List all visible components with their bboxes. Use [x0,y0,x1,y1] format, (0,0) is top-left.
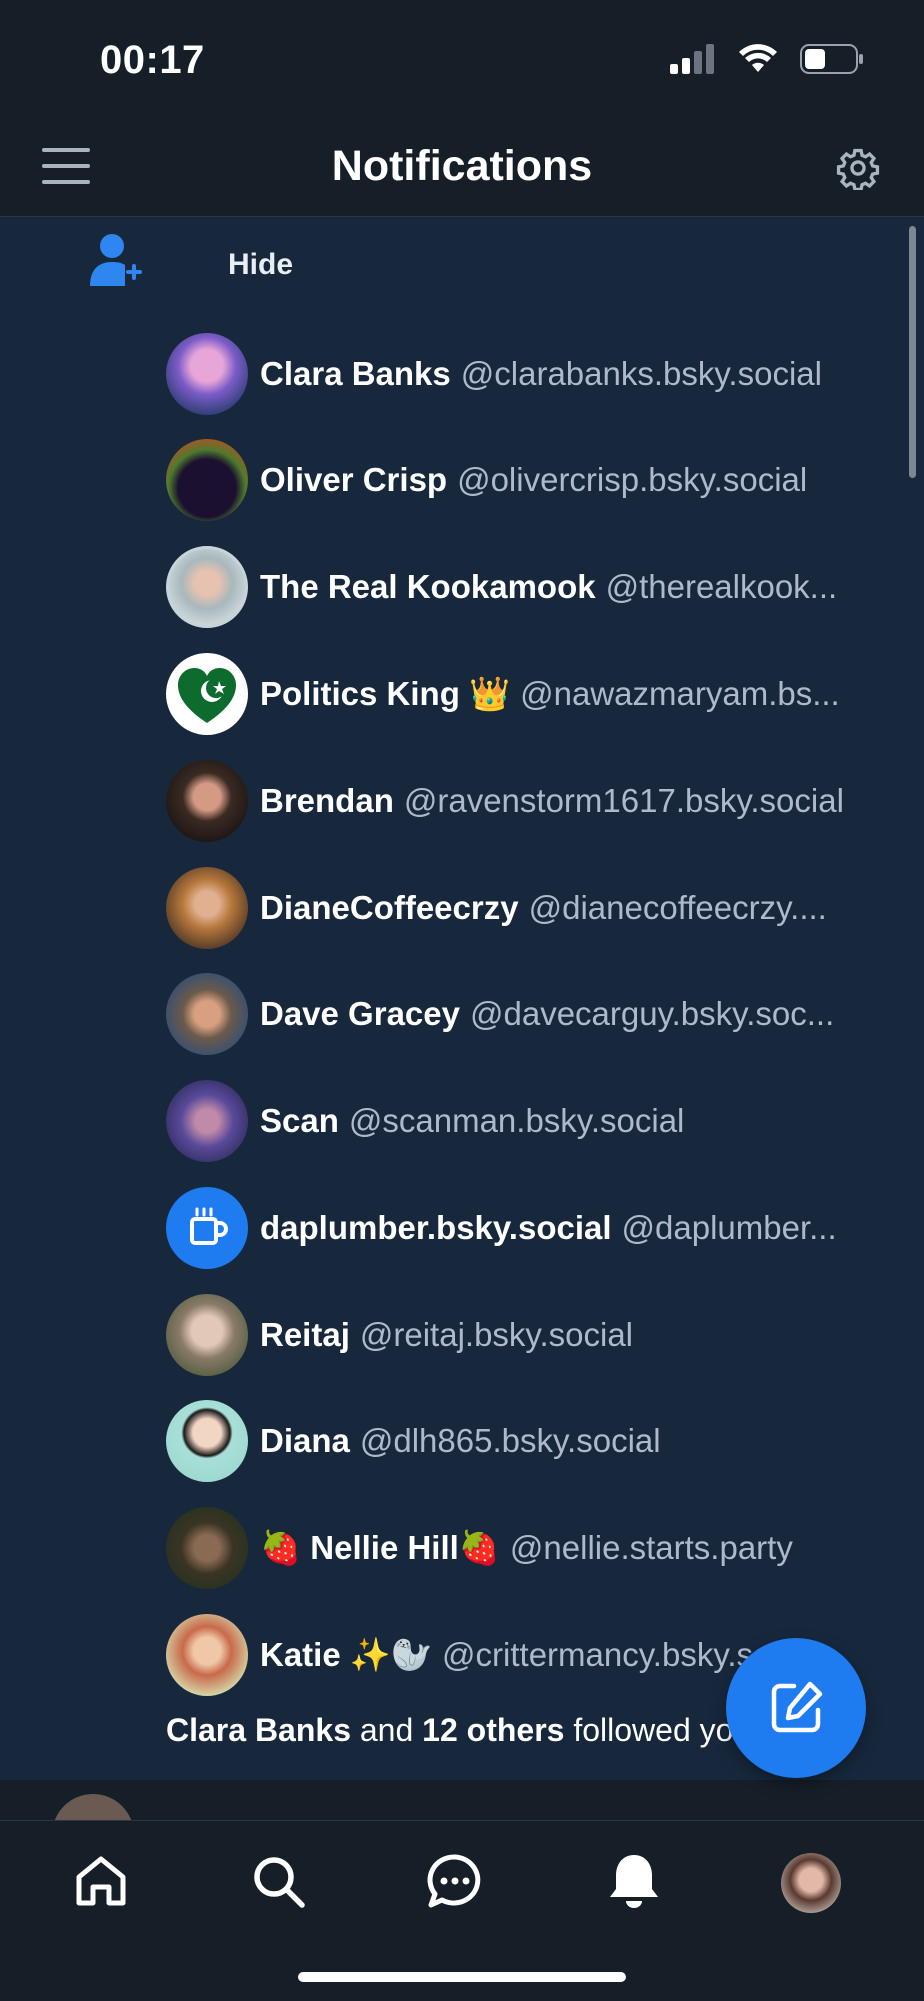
gear-icon[interactable] [836,146,880,190]
user-handle: @dlh865.bsky.social [359,1422,661,1459]
summary-rest: followed you [573,1712,752,1748]
search-icon[interactable] [248,1851,308,1911]
user-handle: @ravenstorm1617.bsky.social [403,782,844,819]
avatar[interactable] [166,439,248,521]
compose-icon [771,1681,823,1733]
header: Notifications [0,120,924,217]
user-row[interactable]: Reitaj @reitaj.bsky.social [166,1293,896,1377]
coffee-cup-icon [190,1207,228,1245]
person-add-icon [90,234,142,286]
user-row[interactable]: DianeCoffeecrzy @dianecoffeecrzy.... [166,866,896,950]
user-row[interactable]: Brendan @ravenstorm1617.bsky.social [166,759,896,843]
user-handle: @reitaj.bsky.social [359,1316,634,1353]
hide-label: Hide [228,248,294,281]
user-handle: @davecarguy.bsky.soc... [469,995,835,1032]
user-row[interactable]: daplumber.bsky.social @daplumber... [166,1186,896,1270]
user-name: 🍓 Nellie Hill🍓 [260,1528,500,1566]
user-handle: @daplumber... [621,1209,837,1246]
user-row[interactable]: Scan @scanman.bsky.social [166,1079,896,1163]
avatar[interactable] [166,546,248,628]
summary-others[interactable]: 12 others [422,1712,564,1748]
status-icons [670,44,864,74]
wifi-icon [739,44,777,72]
battery-icon [800,44,863,74]
user-handle: @clarabanks.bsky.social [460,355,822,392]
profile-avatar[interactable] [781,1853,841,1913]
summary-and: and [359,1712,414,1748]
page-title: Notifications [331,142,593,190]
avatar[interactable] [166,867,248,949]
flag-heart-icon [178,668,236,723]
user-name: Katie ✨🦭 [260,1635,433,1673]
home-icon[interactable] [71,1851,131,1911]
chevron-up-icon [180,253,216,277]
follow-summary: Clara Banks and 12 others followed you [166,1712,751,1749]
avatar[interactable] [166,653,248,735]
user-name: Oliver Crisp [260,461,448,498]
home-indicator [298,1972,626,1982]
user-row[interactable]: The Real Kookamook @therealkook... [166,545,896,629]
user-name: Reitaj [260,1316,350,1353]
avatar[interactable] [166,1294,248,1376]
avatar[interactable] [166,1507,248,1589]
user-handle: @dianecoffeecrzy.... [528,889,827,926]
user-row[interactable]: Diana @dlh865.bsky.social [166,1399,896,1483]
user-name: The Real Kookamook [260,568,596,605]
avatar[interactable] [166,1614,248,1696]
user-handle: @therealkook... [605,568,838,605]
user-name: Scan [260,1102,339,1139]
user-row[interactable]: Oliver Crisp @olivercrisp.bsky.social [166,438,896,522]
notifications-icon[interactable] [604,1851,664,1911]
user-name: Dave Gracey [260,995,460,1032]
user-row[interactable]: 🍓 Nellie Hill🍓 @nellie.starts.party [166,1506,896,1590]
user-row[interactable]: Clara Banks @clarabanks.bsky.social [166,332,896,416]
user-name: Brendan [260,782,394,819]
signal-icon [670,44,714,74]
user-name: DianeCoffeecrzy [260,889,519,926]
compose-button[interactable] [726,1638,866,1778]
status-bar: 00:17 [0,0,924,120]
user-handle: @nellie.starts.party [509,1528,793,1566]
avatar [52,1794,134,1820]
hide-toggle[interactable]: Hide [180,248,293,282]
user-row[interactable]: Politics King 👑 @nawazmaryam.bs... [166,652,896,736]
chat-icon[interactable] [425,1851,485,1911]
user-name: daplumber.bsky.social [260,1209,612,1246]
scrollbar[interactable] [909,226,916,478]
avatar[interactable] [166,1080,248,1162]
user-handle: @olivercrisp.bsky.social [457,461,808,498]
user-handle: @nawazmaryam.bs... [520,674,840,712]
status-time: 00:17 [100,38,205,82]
next-notification-peek[interactable] [0,1780,924,1820]
avatar[interactable] [166,1187,248,1269]
user-name: Diana [260,1422,350,1459]
user-name: Politics King 👑 [260,674,511,712]
user-row[interactable]: Dave Gracey @davecarguy.bsky.soc... [166,972,896,1056]
avatar[interactable] [166,973,248,1055]
avatar[interactable] [166,333,248,415]
summary-first-name[interactable]: Clara Banks [166,1712,351,1748]
avatar[interactable] [166,1400,248,1482]
avatar[interactable] [166,760,248,842]
user-handle: @scanman.bsky.social [348,1102,685,1139]
user-name: Clara Banks [260,355,451,392]
